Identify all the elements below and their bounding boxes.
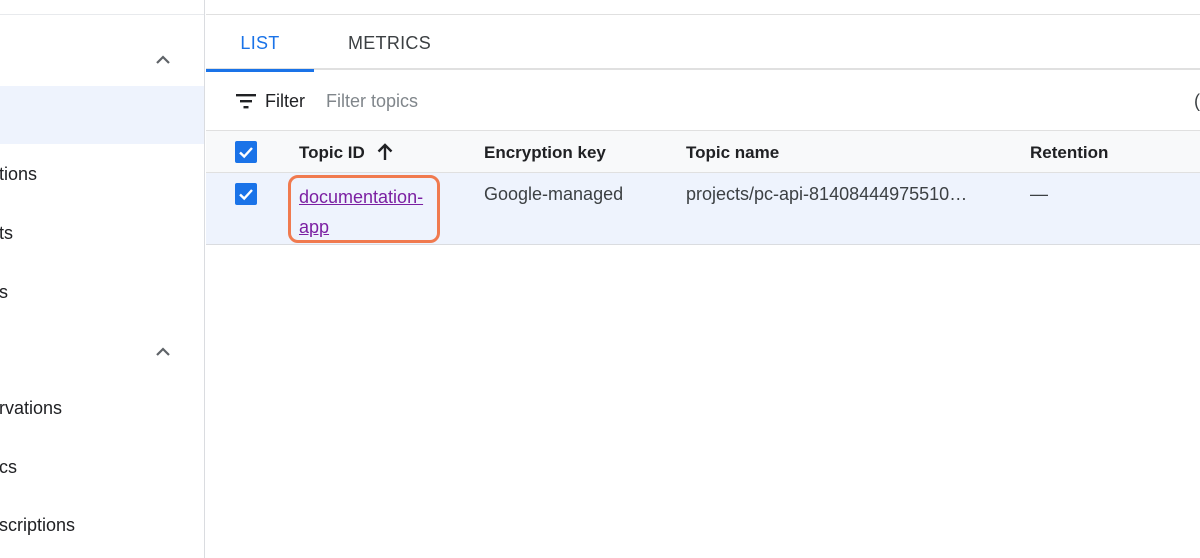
sidebar-item-topics[interactable]: cs bbox=[0, 456, 17, 478]
main-content: LIST METRICS Filter ( Topic ID bbox=[206, 0, 1200, 558]
sidebar-item-lite-subscriptions[interactable]: scriptions bbox=[0, 514, 75, 536]
sidebar-item-reservations[interactable]: rvations bbox=[0, 397, 62, 419]
filter-label[interactable]: Filter bbox=[265, 89, 305, 113]
tab-list[interactable]: LIST bbox=[206, 16, 314, 72]
main-top-divider bbox=[206, 0, 1200, 15]
tab-list-label: LIST bbox=[240, 33, 280, 53]
sidebar-item-subscriptions[interactable]: tions bbox=[0, 163, 37, 185]
cell-topic-name: projects/pc-api-81408444975510… bbox=[686, 184, 968, 204]
sidebar: tions ts s rvations cs scriptions bbox=[0, 0, 205, 558]
cell-retention: — bbox=[1030, 184, 1048, 204]
topic-id-line1: documentation- bbox=[299, 187, 424, 207]
arrow-up-icon[interactable] bbox=[374, 141, 396, 163]
tab-metrics[interactable]: METRICS bbox=[326, 16, 453, 70]
column-header-topic-name[interactable]: Topic name bbox=[686, 142, 779, 164]
topic-id-line2: app bbox=[299, 217, 330, 237]
sidebar-item-selected[interactable] bbox=[0, 86, 204, 144]
filter-bar-overflow-text: ( bbox=[1194, 91, 1200, 111]
column-header-retention[interactable]: Retention bbox=[1030, 142, 1108, 164]
filter-topics-input[interactable] bbox=[326, 87, 926, 115]
chevron-up-icon[interactable] bbox=[153, 50, 173, 70]
tab-metrics-label: METRICS bbox=[347, 33, 432, 53]
topic-id-link[interactable]: documentation- app bbox=[299, 182, 439, 242]
sidebar-item-snapshots[interactable]: ts bbox=[0, 222, 13, 244]
chevron-up-icon[interactable] bbox=[153, 342, 173, 362]
column-header-topic-id[interactable]: Topic ID bbox=[299, 142, 365, 164]
column-header-encryption-key[interactable]: Encryption key bbox=[484, 142, 606, 164]
filter-bar: Filter ( bbox=[206, 72, 1200, 130]
row-checkbox[interactable] bbox=[235, 183, 257, 205]
topic-id-highlight: documentation- app bbox=[288, 175, 440, 243]
table-row[interactable]: documentation- app Google-managed projec… bbox=[206, 173, 1200, 245]
select-all-checkbox[interactable] bbox=[235, 141, 257, 163]
sidebar-top-divider bbox=[0, 0, 204, 15]
table-header: Topic ID Encryption key Topic name Reten… bbox=[206, 130, 1200, 173]
filter-icon[interactable] bbox=[235, 91, 257, 111]
cell-encryption-key: Google-managed bbox=[484, 184, 624, 204]
sidebar-item-schemas[interactable]: s bbox=[0, 281, 8, 303]
tab-bar: LIST METRICS bbox=[206, 16, 1200, 72]
